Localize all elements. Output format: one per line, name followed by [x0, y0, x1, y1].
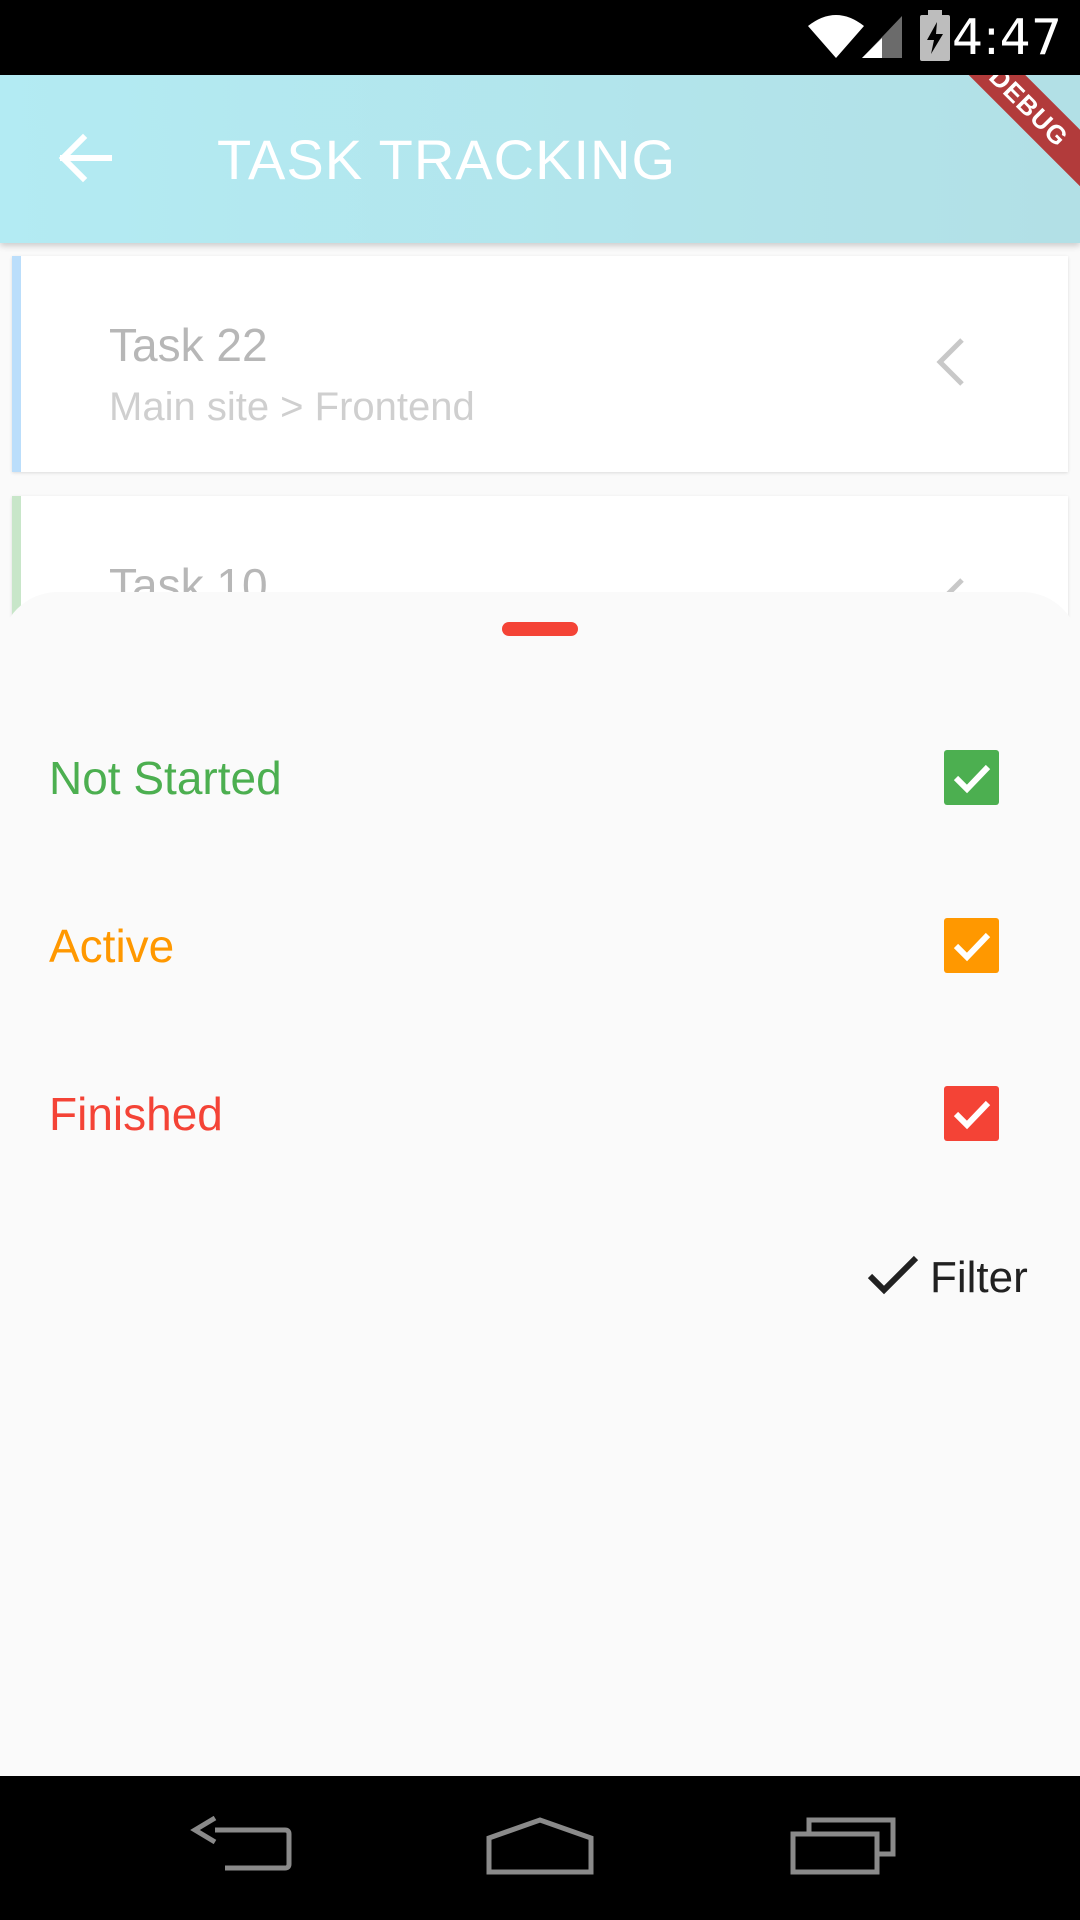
chevron-left-icon[interactable]: [930, 334, 970, 395]
system-nav-bar: [0, 1776, 1080, 1920]
debug-banner: DEBUG: [947, 75, 1080, 189]
back-nav-button[interactable]: [170, 1800, 310, 1896]
back-nav-icon: [185, 1815, 295, 1881]
filter-row-not-started[interactable]: Not Started: [0, 720, 1080, 840]
status-time: 4:47: [951, 9, 1062, 66]
check-icon: [953, 1100, 990, 1129]
home-nav-icon: [485, 1816, 595, 1881]
home-nav-button[interactable]: [470, 1800, 610, 1896]
check-icon: [866, 1252, 922, 1305]
filter-label: Active: [49, 920, 175, 972]
filter-row-active[interactable]: Active: [0, 888, 1080, 1008]
status-bar: 4:47: [0, 0, 1080, 75]
app-bar: TASK TRACKING DEBUG: [0, 75, 1080, 243]
filter-button-label: Filter: [930, 1253, 1028, 1302]
drag-handle[interactable]: [502, 622, 578, 636]
back-button[interactable]: [30, 115, 140, 205]
task-path: Main site > Frontend: [109, 385, 475, 429]
checkbox-active[interactable]: [944, 918, 999, 973]
recents-nav-icon: [789, 1816, 899, 1881]
filter-button[interactable]: Filter: [866, 1238, 1036, 1318]
filter-label: Not Started: [49, 752, 282, 804]
arrow-left-icon: [57, 133, 113, 188]
battery-charging-icon: [918, 10, 952, 67]
task-accent-bar: [12, 256, 21, 472]
check-icon: [953, 932, 990, 961]
task-card[interactable]: Task 22 Main site > Frontend: [12, 256, 1068, 472]
filter-row-finished[interactable]: Finished: [0, 1056, 1080, 1176]
cell-signal-icon: [860, 12, 904, 65]
checkbox-not-started[interactable]: [944, 750, 999, 805]
wifi-icon: [806, 12, 866, 65]
checkbox-finished[interactable]: [944, 1086, 999, 1141]
filter-bottom-sheet: Not Started Active Finished Filter: [0, 592, 1080, 1776]
page-title: TASK TRACKING: [217, 128, 677, 191]
recents-nav-button[interactable]: [774, 1800, 914, 1896]
filter-label: Finished: [49, 1088, 223, 1140]
check-icon: [953, 764, 990, 793]
task-name: Task 22: [109, 319, 268, 371]
